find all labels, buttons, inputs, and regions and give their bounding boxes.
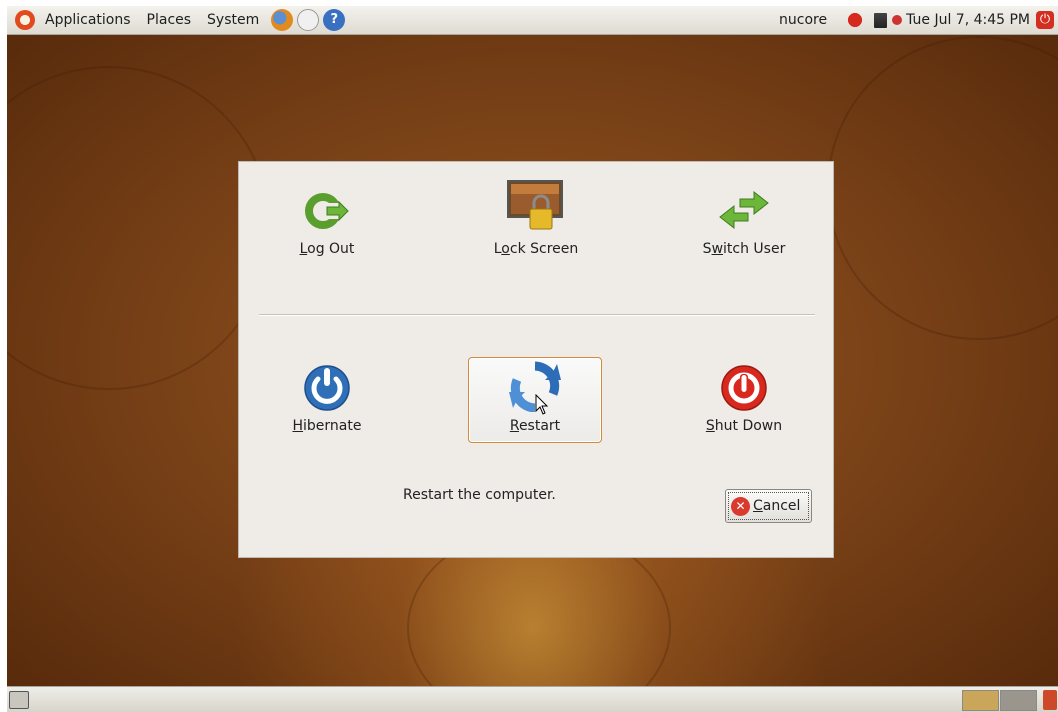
logout-button[interactable]: Log Out bbox=[260, 180, 394, 266]
help-icon[interactable]: ? bbox=[323, 9, 346, 31]
bottom-panel bbox=[7, 686, 1058, 712]
firefox-icon[interactable] bbox=[271, 9, 294, 31]
shutdown-label: Shut Down bbox=[705, 418, 783, 434]
switch-user-icon bbox=[718, 183, 770, 235]
shutdown-dialog: Log Out Lock Screen Switch User Hibernat… bbox=[238, 161, 834, 558]
cancel-label: Cancel bbox=[753, 498, 801, 514]
workspace-1[interactable] bbox=[962, 690, 999, 711]
show-desktop-icon[interactable] bbox=[9, 691, 29, 709]
wallpaper-swirl bbox=[7, 66, 271, 390]
volume-icon[interactable] bbox=[892, 15, 903, 25]
top-panel: Applications Places System ? nucore Tue … bbox=[7, 6, 1058, 35]
separator bbox=[259, 314, 815, 316]
hibernate-label: Hibernate bbox=[292, 418, 362, 434]
action-description: Restart the computer. bbox=[403, 487, 556, 503]
cancel-button[interactable]: ✕ Cancel bbox=[725, 489, 812, 523]
network-icon[interactable] bbox=[874, 12, 888, 28]
ubuntu-logo-icon[interactable] bbox=[15, 10, 35, 30]
switch-user-label: Switch User bbox=[702, 241, 786, 257]
lock-screen-label: Lock Screen bbox=[493, 241, 579, 257]
menu-places[interactable]: Places bbox=[139, 12, 200, 28]
update-notifier-icon[interactable] bbox=[846, 11, 865, 29]
switch-user-button[interactable]: Switch User bbox=[677, 180, 811, 266]
lock-screen-button[interactable]: Lock Screen bbox=[469, 180, 603, 266]
trash-icon[interactable] bbox=[1043, 690, 1057, 710]
wallpaper-swirl bbox=[827, 36, 1058, 340]
menu-applications[interactable]: Applications bbox=[37, 12, 139, 28]
clock[interactable]: Tue Jul 7, 4:45 PM bbox=[906, 12, 1030, 28]
workspace-2[interactable] bbox=[1000, 690, 1037, 711]
hibernate-button[interactable]: Hibernate bbox=[260, 357, 394, 443]
panel-tray: nucore Tue Jul 7, 4:45 PM ⏻ bbox=[779, 6, 1058, 34]
logout-label: Log Out bbox=[299, 241, 355, 257]
shutdown-icon bbox=[718, 360, 770, 412]
menu-system[interactable]: System bbox=[199, 12, 267, 28]
mouse-pointer-icon bbox=[535, 394, 549, 415]
mail-icon[interactable] bbox=[297, 9, 320, 31]
hibernate-icon bbox=[301, 360, 353, 412]
cancel-icon: ✕ bbox=[731, 496, 750, 516]
main-menu-bar: Applications Places System ? bbox=[15, 6, 346, 34]
shutdown-button[interactable]: Shut Down bbox=[677, 357, 811, 443]
power-icon[interactable]: ⏻ bbox=[1036, 11, 1054, 29]
restart-label: Restart bbox=[509, 418, 561, 434]
lock-screen-icon bbox=[506, 179, 566, 235]
logout-icon bbox=[301, 183, 353, 235]
user-switcher[interactable]: nucore bbox=[779, 12, 827, 28]
